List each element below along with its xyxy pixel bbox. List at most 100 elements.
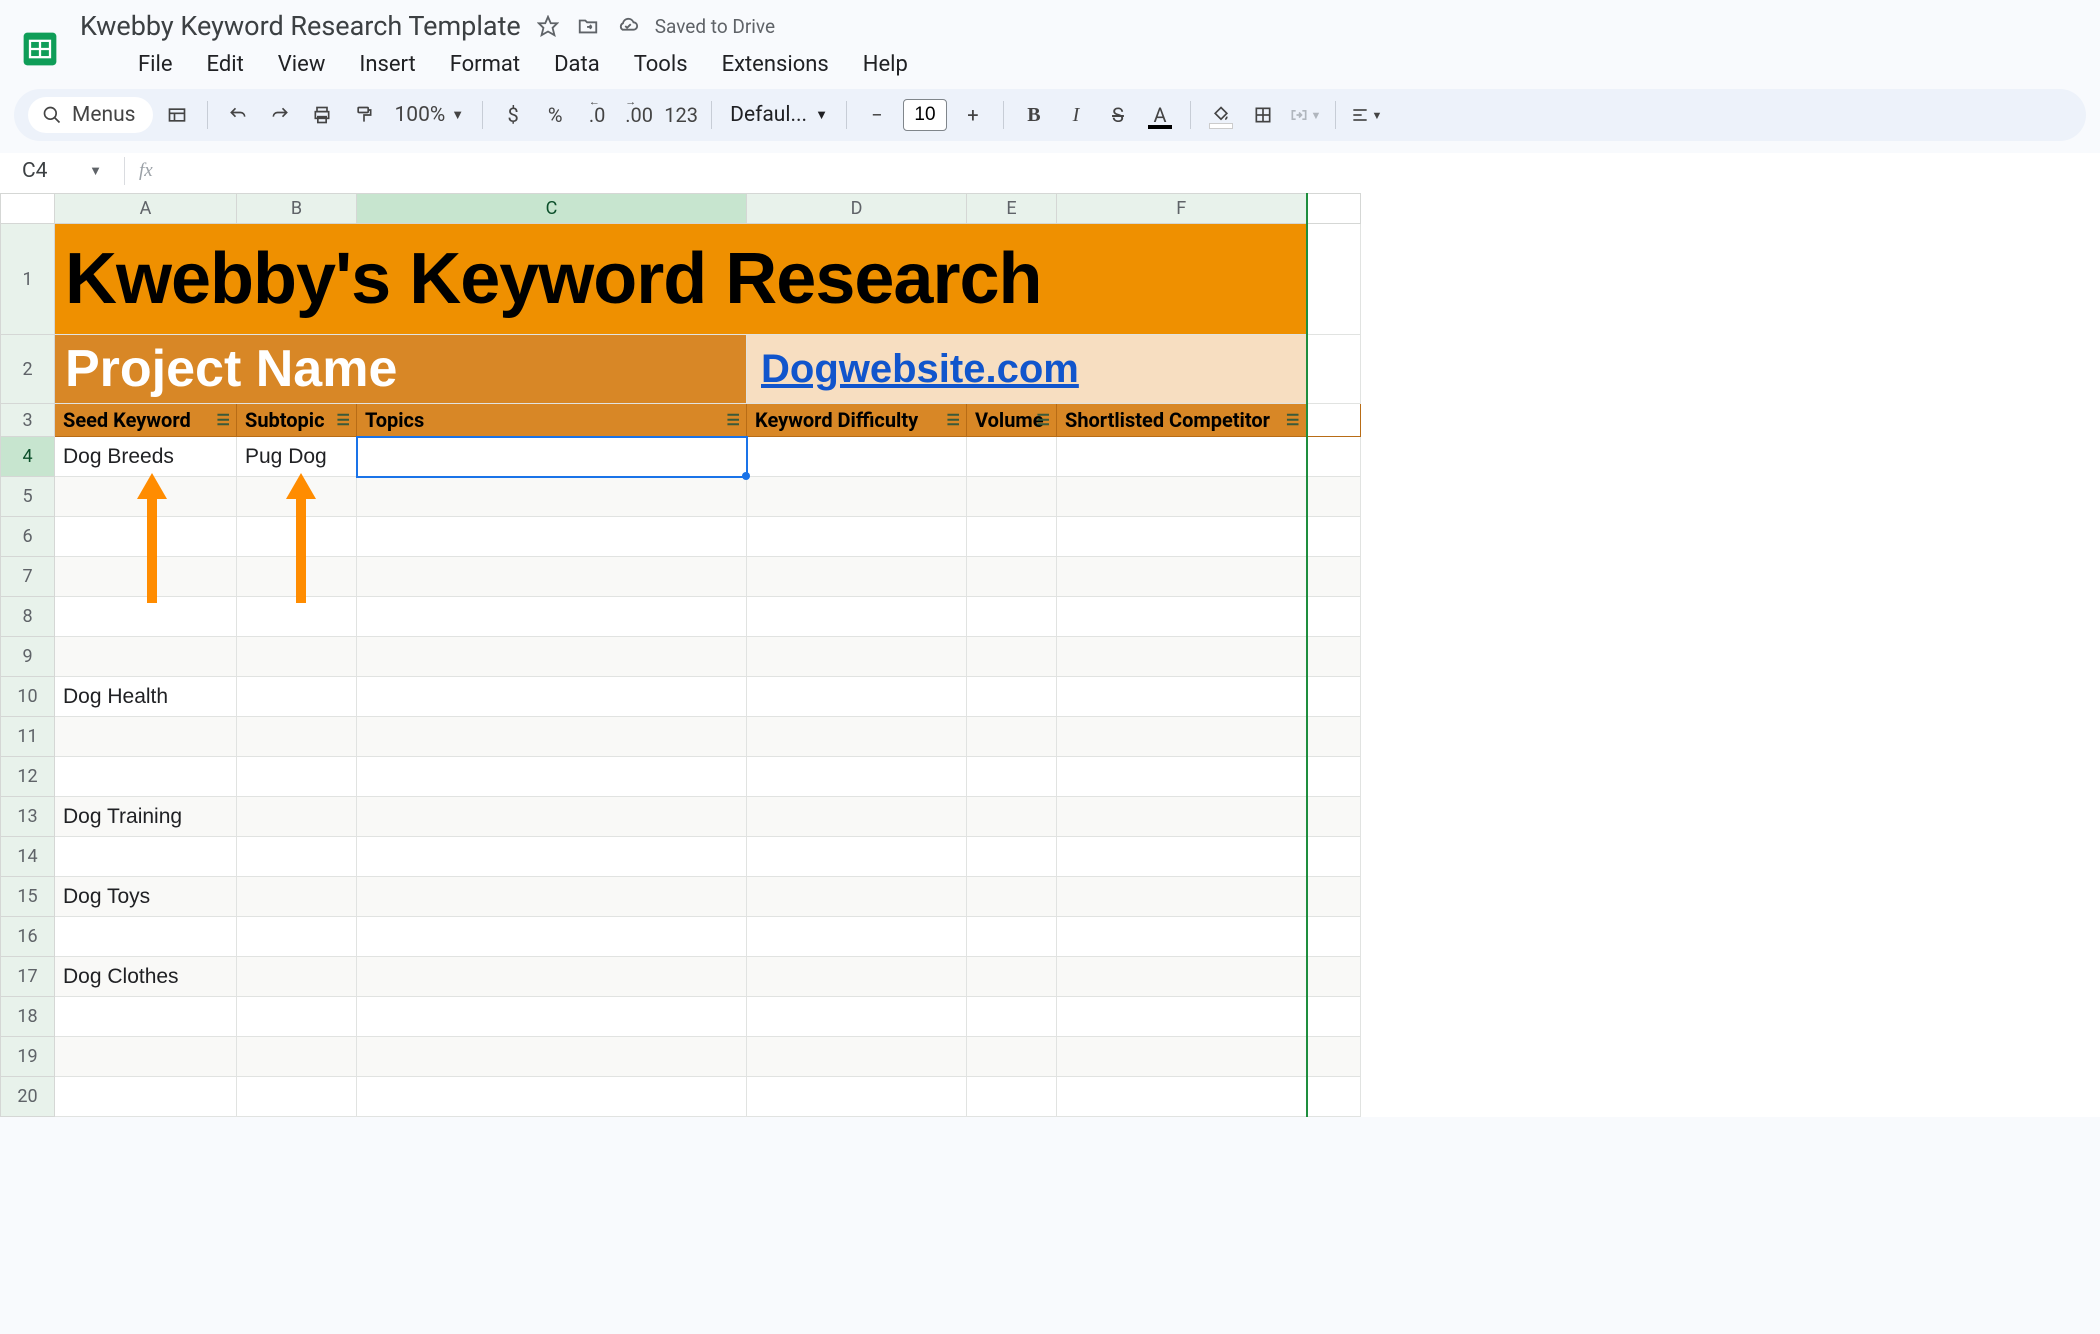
cell-G20[interactable] — [1307, 1077, 1361, 1117]
filter-icon[interactable]: ☰ — [727, 411, 740, 429]
cell-A8[interactable] — [55, 597, 237, 637]
cell-A4[interactable]: Dog Breeds — [55, 437, 237, 477]
cell-C11[interactable] — [357, 717, 747, 757]
cell-A19[interactable] — [55, 1037, 237, 1077]
increase-decimal-button[interactable]: .00→ — [621, 97, 657, 133]
cell-A16[interactable] — [55, 917, 237, 957]
cell-C9[interactable] — [357, 637, 747, 677]
cell-C19[interactable] — [357, 1037, 747, 1077]
cell-F19[interactable] — [1057, 1037, 1307, 1077]
cell-C16[interactable] — [357, 917, 747, 957]
cell-B17[interactable] — [237, 957, 357, 997]
filter-icon[interactable]: ☰ — [337, 411, 350, 429]
header-volume[interactable]: Volume☰ — [967, 404, 1057, 437]
cell-F20[interactable] — [1057, 1077, 1307, 1117]
cell-F9[interactable] — [1057, 637, 1307, 677]
move-folder-icon[interactable] — [575, 13, 601, 39]
project-domain-cell[interactable]: Dogwebsite.com — [747, 335, 1307, 404]
header-subtopic[interactable]: Subtopic☰ — [237, 404, 357, 437]
cell-A11[interactable] — [55, 717, 237, 757]
document-title[interactable]: Kwebby Keyword Research Template — [76, 8, 525, 44]
menu-help[interactable]: Help — [859, 50, 912, 79]
cell-B10[interactable] — [237, 677, 357, 717]
cell-E15[interactable] — [967, 877, 1057, 917]
cell-F4[interactable] — [1057, 437, 1307, 477]
cell-C8[interactable] — [357, 597, 747, 637]
cell-C20[interactable] — [357, 1077, 747, 1117]
cell-E5[interactable] — [967, 477, 1057, 517]
menu-view[interactable]: View — [274, 50, 330, 79]
zoom-select[interactable]: 100% ▼ — [388, 103, 470, 127]
cell-G9[interactable] — [1307, 637, 1361, 677]
cell-D8[interactable] — [747, 597, 967, 637]
sheet-title-cell[interactable]: Kwebby's Keyword Research — [55, 224, 1307, 335]
menu-file[interactable]: File — [134, 50, 177, 79]
project-domain-link[interactable]: Dogwebsite.com — [747, 339, 1093, 400]
cell-B18[interactable] — [237, 997, 357, 1037]
cell-G12[interactable] — [1307, 757, 1361, 797]
cell-F13[interactable] — [1057, 797, 1307, 837]
strikethrough-button[interactable]: S — [1100, 97, 1136, 133]
cell-G17[interactable] — [1307, 957, 1361, 997]
cell-A7[interactable] — [55, 557, 237, 597]
col-header-A[interactable]: A — [55, 194, 237, 224]
cell-D10[interactable] — [747, 677, 967, 717]
cell-A13[interactable]: Dog Training — [55, 797, 237, 837]
cell-B9[interactable] — [237, 637, 357, 677]
row-header-12[interactable]: 12 — [1, 757, 55, 797]
col-header-B[interactable]: B — [237, 194, 357, 224]
search-menus[interactable]: Menus — [28, 97, 153, 133]
cell-D6[interactable] — [747, 517, 967, 557]
cell-E16[interactable] — [967, 917, 1057, 957]
cell-G16[interactable] — [1307, 917, 1361, 957]
cell-E9[interactable] — [967, 637, 1057, 677]
text-color-button[interactable]: A — [1142, 97, 1178, 133]
cell-E8[interactable] — [967, 597, 1057, 637]
cell-G8[interactable] — [1307, 597, 1361, 637]
cloud-saved-icon[interactable] — [615, 13, 641, 39]
select-all-corner[interactable] — [1, 194, 55, 224]
cell-G10[interactable] — [1307, 677, 1361, 717]
row-header-15[interactable]: 15 — [1, 877, 55, 917]
cell-F11[interactable] — [1057, 717, 1307, 757]
decrease-font-button[interactable]: − — [859, 97, 895, 133]
cell-B13[interactable] — [237, 797, 357, 837]
cell-D12[interactable] — [747, 757, 967, 797]
cell-D11[interactable] — [747, 717, 967, 757]
font-family-select[interactable]: Defaul...▼ — [724, 103, 834, 127]
cell-A15[interactable]: Dog Toys — [55, 877, 237, 917]
cell-F18[interactable] — [1057, 997, 1307, 1037]
row-header-2[interactable]: 2 — [1, 335, 55, 404]
row-header-14[interactable]: 14 — [1, 837, 55, 877]
cell-B11[interactable] — [237, 717, 357, 757]
cell-E18[interactable] — [967, 997, 1057, 1037]
cell-E20[interactable] — [967, 1077, 1057, 1117]
col-header-F[interactable]: F — [1057, 194, 1307, 224]
row-header-19[interactable]: 19 — [1, 1037, 55, 1077]
font-size-input[interactable] — [903, 99, 947, 131]
cell-F10[interactable] — [1057, 677, 1307, 717]
cell-F15[interactable] — [1057, 877, 1307, 917]
cell-E4[interactable] — [967, 437, 1057, 477]
decrease-decimal-button[interactable]: .0← — [579, 97, 615, 133]
cell-A20[interactable] — [55, 1077, 237, 1117]
paint-format-icon[interactable] — [346, 97, 382, 133]
row-header-13[interactable]: 13 — [1, 797, 55, 837]
filter-icon[interactable]: ☰ — [217, 411, 230, 429]
header-shortlisted-competitor[interactable]: Shortlisted Competitor☰ — [1057, 404, 1307, 437]
cell-E13[interactable] — [967, 797, 1057, 837]
print-icon[interactable] — [304, 97, 340, 133]
cell-E19[interactable] — [967, 1037, 1057, 1077]
cell-C4[interactable] — [357, 437, 747, 477]
row-header-10[interactable]: 10 — [1, 677, 55, 717]
cell-D16[interactable] — [747, 917, 967, 957]
project-name-label-cell[interactable]: Project Name — [55, 335, 747, 404]
cell-E14[interactable] — [967, 837, 1057, 877]
row-header-20[interactable]: 20 — [1, 1077, 55, 1117]
row-header-7[interactable]: 7 — [1, 557, 55, 597]
row-header-18[interactable]: 18 — [1, 997, 55, 1037]
menu-tools[interactable]: Tools — [630, 50, 692, 79]
horizontal-align-button[interactable]: ▼ — [1348, 97, 1384, 133]
cell-G6[interactable] — [1307, 517, 1361, 557]
cell-D15[interactable] — [747, 877, 967, 917]
